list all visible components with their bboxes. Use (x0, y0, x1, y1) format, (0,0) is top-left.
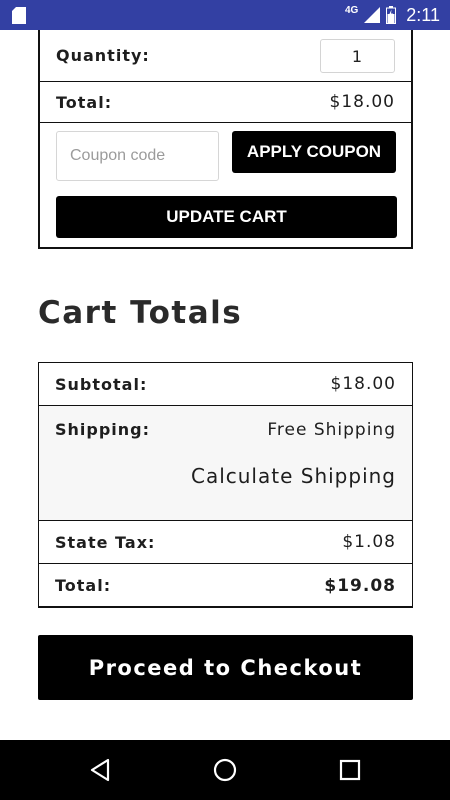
item-total-label: Total: (56, 92, 113, 112)
grand-total-value: $19.08 (324, 575, 396, 596)
cart-totals-table: Subtotal: $18.00 Shipping: Free Shipping… (38, 362, 413, 608)
grand-total-row: Total: $19.08 (39, 564, 412, 607)
shipping-label: Shipping: (55, 420, 151, 439)
shipping-value: Free Shipping (267, 420, 396, 440)
coupon-code-input[interactable]: Coupon code (56, 131, 219, 181)
quantity-row: Quantity: 1 (40, 30, 411, 82)
state-tax-value: $1.08 (342, 532, 396, 552)
subtotal-value: $18.00 (330, 374, 396, 394)
update-cart-button[interactable]: UPDATE CART (56, 196, 397, 238)
status-bar: 4G 2:11 (0, 0, 450, 30)
calculate-shipping-link[interactable]: Calculate Shipping (191, 464, 396, 488)
state-tax-label: State Tax: (55, 532, 156, 552)
item-total-value: $18.00 (329, 92, 395, 112)
cart-item-card: Quantity: 1 Total: $18.00 Coupon code AP… (38, 30, 413, 249)
quantity-label: Quantity: (56, 46, 150, 65)
cart-totals-title: Cart Totals (38, 295, 243, 331)
shipping-row: Shipping: Free Shipping Calculate Shippi… (39, 406, 412, 521)
item-total-row: Total: $18.00 (40, 82, 411, 123)
apply-coupon-button[interactable]: APPLY COUPON (232, 131, 396, 173)
subtotal-row: Subtotal: $18.00 (39, 363, 412, 406)
clock: 2:11 (406, 4, 440, 25)
status-icons: 4G 2:11 (345, 0, 440, 30)
quantity-input[interactable]: 1 (320, 38, 395, 73)
sd-card-icon (12, 7, 26, 24)
recents-icon[interactable] (338, 758, 362, 782)
subtotal-label: Subtotal: (55, 374, 148, 394)
state-tax-row: State Tax: $1.08 (39, 521, 412, 564)
back-icon[interactable] (88, 758, 112, 782)
home-icon[interactable] (213, 758, 237, 782)
navigation-bar (0, 740, 450, 800)
signal-icon (364, 7, 381, 23)
grand-total-label: Total: (55, 576, 112, 595)
proceed-to-checkout-button[interactable]: Proceed to Checkout (38, 635, 413, 700)
network-type: 4G (344, 4, 359, 16)
battery-icon (386, 6, 397, 24)
